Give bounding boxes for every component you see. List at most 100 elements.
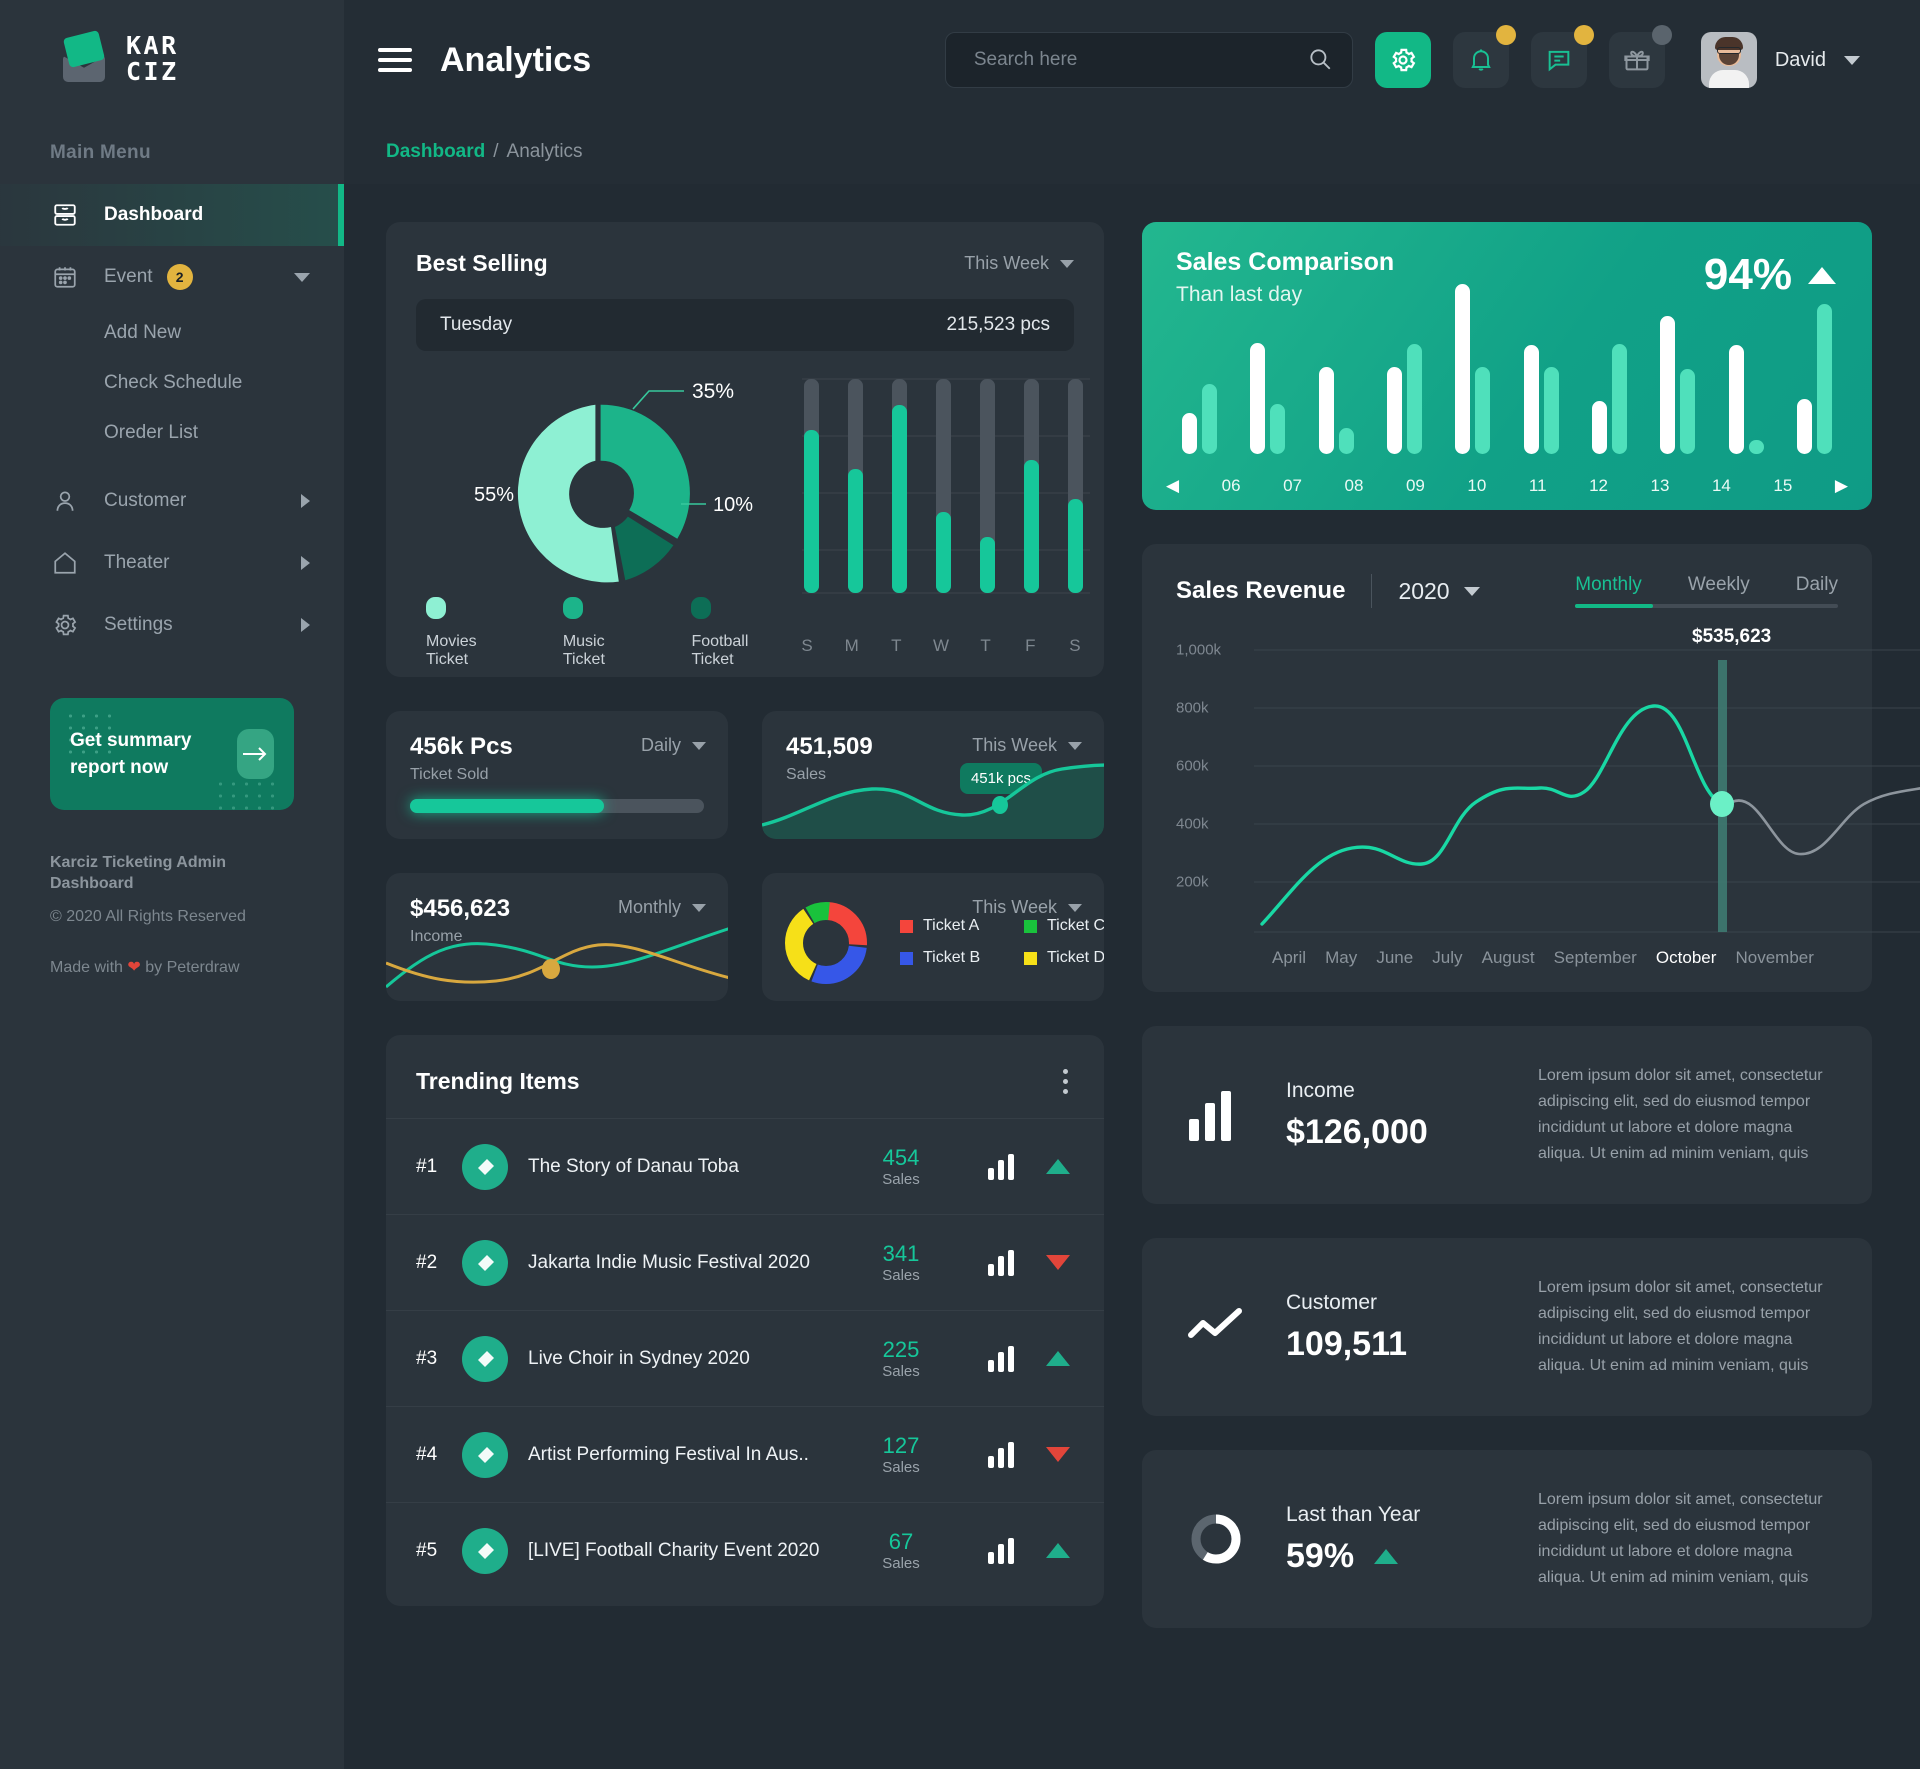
prev-arrow-icon[interactable]: ◀ [1166,476,1179,496]
notifications-button[interactable] [1452,25,1516,88]
item-sales: 341 Sales [858,1241,944,1285]
ticket-split-donut-chart [785,902,867,984]
table-row[interactable]: #4 Artist Performing Festival In Aus.. 1… [386,1406,1104,1502]
table-row[interactable]: #3 Live Choir in Sydney 2020 225 Sales [386,1310,1104,1406]
axis-tick: 10 [1467,476,1487,495]
rank: #2 [416,1251,438,1273]
legend-item-movies: Movies Ticket [426,597,515,669]
tab-weekly[interactable]: Weekly [1688,574,1750,596]
legend-item-music: Music Ticket [562,597,644,669]
gifts-button[interactable] [1608,25,1672,88]
chevron-down-icon[interactable] [1844,55,1860,65]
sidebar-item-customer[interactable]: Customer [0,470,344,532]
axis-tick: April [1272,948,1307,967]
sidebar-item-settings[interactable]: Settings [0,594,344,656]
table-row[interactable]: #1 The Story of Danau Toba 454 Sales [386,1118,1104,1214]
summary-report-promo[interactable]: Get summary report now [50,698,294,810]
bar-group-12 [1591,344,1627,454]
legend-item-ticket-a: Ticket A [900,917,1010,935]
table-row[interactable]: #5 [LIVE] Football Charity Event 2020 67… [386,1502,1104,1598]
trend-down-icon [1046,1447,1070,1462]
trending-items-card: Trending Items #1 The Story of Danau Tob… [386,1035,1104,1606]
revenue-forecast-line [1731,787,1920,856]
sales-unit: Sales [882,1554,920,1572]
arrow-right-icon[interactable] [236,729,274,779]
sidebar-subitem-add-new[interactable]: Add New [0,308,344,358]
axis-tick: T [980,636,991,655]
tab-daily[interactable]: Daily [1796,574,1838,596]
brand-line2: CIZ [126,57,179,86]
user-profile-menu[interactable]: David [1693,24,1882,96]
range-label: This Week [964,253,1049,273]
line-chart-icon [1178,1307,1254,1347]
tab-monthly[interactable]: Monthly [1575,574,1642,596]
search-input[interactable] [944,32,1353,88]
ticket-mix-donut-chart: 35% 10% 55% Movies Ticket Music Ticket F… [416,371,786,668]
axis-tick: 12 [1589,476,1608,495]
content-grid: Best Selling This Week Tuesday 215,523 p… [344,184,1920,1769]
chevron-down-icon[interactable] [294,272,310,282]
axis-tick: T [891,636,902,655]
bar-group-10 [1455,284,1491,454]
ticket-icon [462,1431,508,1478]
legend-item-ticket-d: Ticket D [1024,949,1104,967]
breadcrumb-dashboard[interactable]: Dashboard [386,141,485,163]
drawer-icon [50,200,80,230]
hamburger-menu-icon[interactable] [378,42,412,78]
sales-range-dropdown[interactable]: This Week [972,735,1082,756]
rank: #1 [416,1155,438,1177]
more-options-icon[interactable] [1057,1063,1074,1100]
sidebar-subitem-check-schedule[interactable]: Check Schedule [0,358,344,408]
ticket-split-card: This Week Ticket A Ticket C Ticket B Tic… [762,873,1104,1001]
bar-group-08 [1318,367,1354,454]
legend-label: Music Ticket [562,633,605,668]
card-description: Lorem ipsum dolor sit amet, consectetur … [1538,1279,1823,1374]
ticket-split-range-dropdown[interactable]: This Week [972,897,1082,918]
chevron-right-icon[interactable] [301,556,310,570]
sidebar-event-badge: 2 [166,264,193,290]
breadcrumb-separator: / [493,141,499,162]
sidebar-item-label: Event [104,266,153,287]
ticket-sold-range-dropdown[interactable]: Daily [641,735,706,756]
ticket-icon [462,1239,508,1286]
sidebar-item-dashboard[interactable]: Dashboard [0,184,344,246]
sales-unit: Sales [882,1266,920,1284]
bar-group-11 [1523,345,1559,454]
sales-count: 454 [882,1144,920,1170]
chevron-right-icon[interactable] [301,494,310,508]
sidebar-item-event[interactable]: Event 2 [0,246,344,308]
item-sales: 454 Sales [858,1145,944,1189]
sidebar-nav: Dashboard Event 2 Add New Check Schedule… [0,184,344,656]
breadcrumb-current: Analytics [506,141,583,162]
sidebar-item-label: Customer [104,490,187,511]
sales-unit: Sales [882,1170,920,1188]
topbar: Analytics Search here David [344,0,1920,120]
messages-button[interactable] [1530,25,1594,88]
chevron-down-icon [692,903,706,912]
sidebar-subitem-oreder-list[interactable]: Oreder List [0,408,344,458]
last-than-year-card: Last than Year 59% Lorem ipsum dolor sit… [1142,1450,1872,1628]
sales-count: 341 [882,1240,920,1266]
sales-revenue-card: Sales Revenue 2020 Monthly Weekly Daily [1142,544,1920,992]
search-icon[interactable] [1307,46,1333,77]
income-card: $456,623 Income Monthly [386,873,728,1001]
sidebar-item-label: Settings [104,614,173,635]
table-row[interactable]: #2 Jakarta Indie Music Festival 2020 341… [386,1214,1104,1310]
axis-tick: July [1432,948,1463,967]
income-range-dropdown[interactable]: Monthly [618,897,706,918]
income-datapoint [542,959,560,979]
next-arrow-icon[interactable]: ▶ [1835,476,1848,496]
settings-button[interactable] [1374,32,1431,88]
year-dropdown[interactable]: 2020 [1398,578,1480,605]
card-value: $126,000 [1286,1112,1428,1151]
breadcrumb: Dashboard / Analytics [344,120,1920,184]
axis-tick: 07 [1283,476,1302,495]
best-selling-range-dropdown[interactable]: This Week [964,253,1074,274]
chevron-right-icon[interactable] [301,618,310,632]
brand-logo[interactable]: KAR CIZ [0,0,344,86]
axis-tick: M [844,636,859,655]
item-sales: 127 Sales [858,1433,944,1477]
best-selling-card: Best Selling This Week Tuesday 215,523 p… [386,222,1104,677]
sidebar-item-theater[interactable]: Theater [0,532,344,594]
best-selling-day-row: Tuesday 215,523 pcs [416,299,1074,351]
